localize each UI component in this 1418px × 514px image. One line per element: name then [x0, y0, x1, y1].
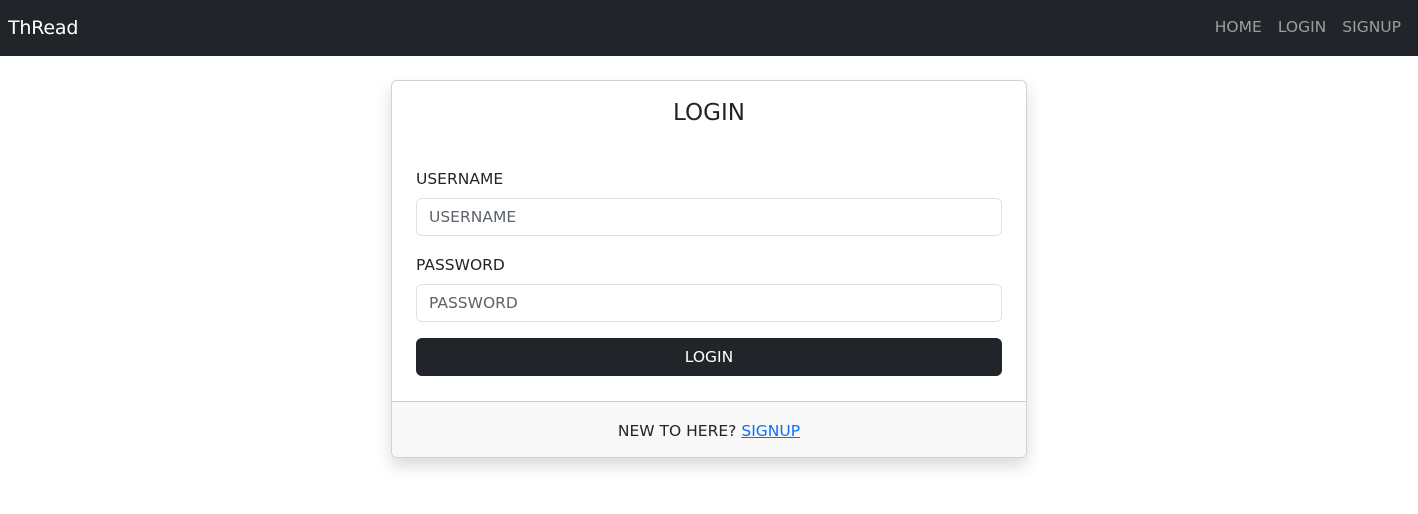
signup-link[interactable]: SIGNUP — [741, 422, 800, 440]
nav-links: HOME LOGIN SIGNUP — [1215, 20, 1410, 36]
login-card: LOGIN USERNAME PASSWORD LOGIN NEW TO HER… — [391, 80, 1027, 458]
nav-link-login[interactable]: LOGIN — [1278, 20, 1326, 36]
username-input[interactable] — [416, 198, 1002, 236]
username-label: USERNAME — [416, 170, 504, 188]
login-button[interactable]: LOGIN — [416, 338, 1002, 376]
brand-logo[interactable]: ThRead — [8, 18, 78, 38]
password-label: PASSWORD — [416, 256, 505, 274]
top-navbar: ThRead HOME LOGIN SIGNUP — [0, 0, 1418, 56]
nav-link-signup[interactable]: SIGNUP — [1342, 20, 1401, 36]
card-title: LOGIN — [673, 100, 745, 126]
login-form: LOGIN USERNAME PASSWORD LOGIN — [392, 81, 1026, 401]
signup-prompt: NEW TO HERE? — [617, 421, 737, 440]
password-input[interactable] — [416, 284, 1002, 322]
nav-link-home[interactable]: HOME — [1215, 20, 1262, 36]
card-footer: NEW TO HERE? SIGNUP — [392, 401, 1026, 457]
